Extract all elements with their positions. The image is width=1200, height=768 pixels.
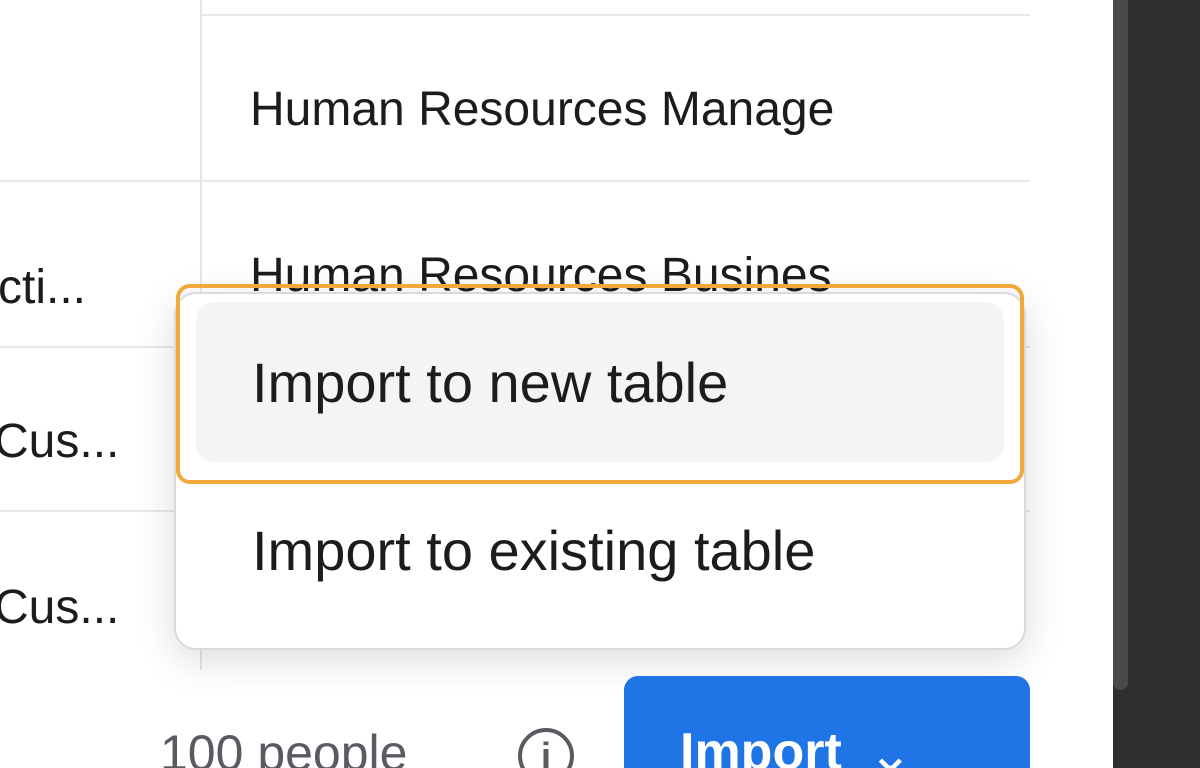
window-edge-scrollbar[interactable] xyxy=(1113,0,1128,690)
import-options-menu: Import to new table Import to existing t… xyxy=(174,292,1026,650)
import-to-existing-table-option[interactable]: Import to existing table xyxy=(196,470,1004,630)
import-preview-panel: Human Resources Manage cti... Human Reso… xyxy=(0,0,1113,768)
import-button-label: Import xyxy=(680,723,842,768)
import-to-new-table-option[interactable]: Import to new table xyxy=(196,302,1004,462)
chevron-down-icon: ⌄ xyxy=(867,724,914,768)
info-icon[interactable]: i xyxy=(518,728,574,768)
table-cell-department: Cus... xyxy=(0,581,120,634)
people-count: 100 people xyxy=(160,725,408,768)
table-cell-title: Human Resources Manage xyxy=(250,83,835,136)
table-cell-department: Cus... xyxy=(0,415,120,468)
table-cell-department: cti... xyxy=(0,261,87,314)
row-divider xyxy=(0,180,1030,182)
import-button[interactable]: Import ⌄ xyxy=(624,676,1030,768)
row-divider xyxy=(200,14,1030,16)
